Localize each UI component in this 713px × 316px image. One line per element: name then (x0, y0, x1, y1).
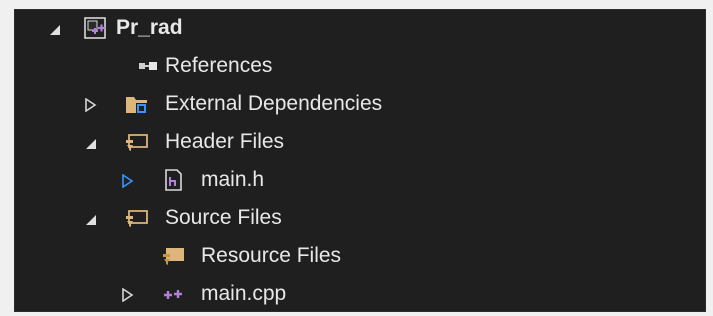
main-h-label: main.h (201, 168, 265, 191)
expanded-chevron-icon[interactable] (48, 23, 62, 37)
tree-item-header-files[interactable]: Header Files (15, 124, 705, 161)
header-file-icon (161, 168, 187, 192)
source-files-label: Source Files (165, 206, 282, 229)
main-cpp-label: main.cpp (201, 282, 287, 305)
references-icon (136, 54, 162, 78)
tree-item-project[interactable]: Pr_rad (15, 10, 705, 47)
external-dependencies-folder-icon (124, 92, 150, 116)
external-dependencies-label: External Dependencies (165, 92, 383, 115)
cpp-file-icon (161, 282, 187, 306)
filter-folder-icon (124, 130, 150, 154)
tree-item-resource-files[interactable]: Resource Files (15, 238, 705, 275)
expanded-chevron-icon[interactable] (84, 137, 98, 151)
filter-folder-icon (124, 206, 150, 230)
filter-folder-icon (161, 244, 187, 268)
tree-item-source-files[interactable]: Source Files (15, 200, 705, 237)
header-files-label: Header Files (165, 130, 285, 153)
collapsed-chevron-icon[interactable] (84, 98, 98, 112)
solution-explorer-tree: Pr_rad References External Dependencies (14, 9, 706, 312)
tree-item-references[interactable]: References (15, 48, 705, 85)
expanded-chevron-icon[interactable] (84, 213, 98, 227)
collapsed-chevron-icon[interactable] (121, 288, 135, 302)
references-label: References (165, 54, 273, 77)
resource-files-label: Resource Files (201, 244, 342, 267)
cpp-project-icon (83, 16, 109, 40)
project-name-label: Pr_rad (116, 16, 183, 39)
tree-item-external-dependencies[interactable]: External Dependencies (15, 86, 705, 123)
collapsed-chevron-icon[interactable] (121, 174, 135, 188)
tree-item-main-h[interactable]: main.h (15, 162, 705, 199)
tree-item-main-cpp[interactable]: main.cpp (15, 276, 705, 311)
